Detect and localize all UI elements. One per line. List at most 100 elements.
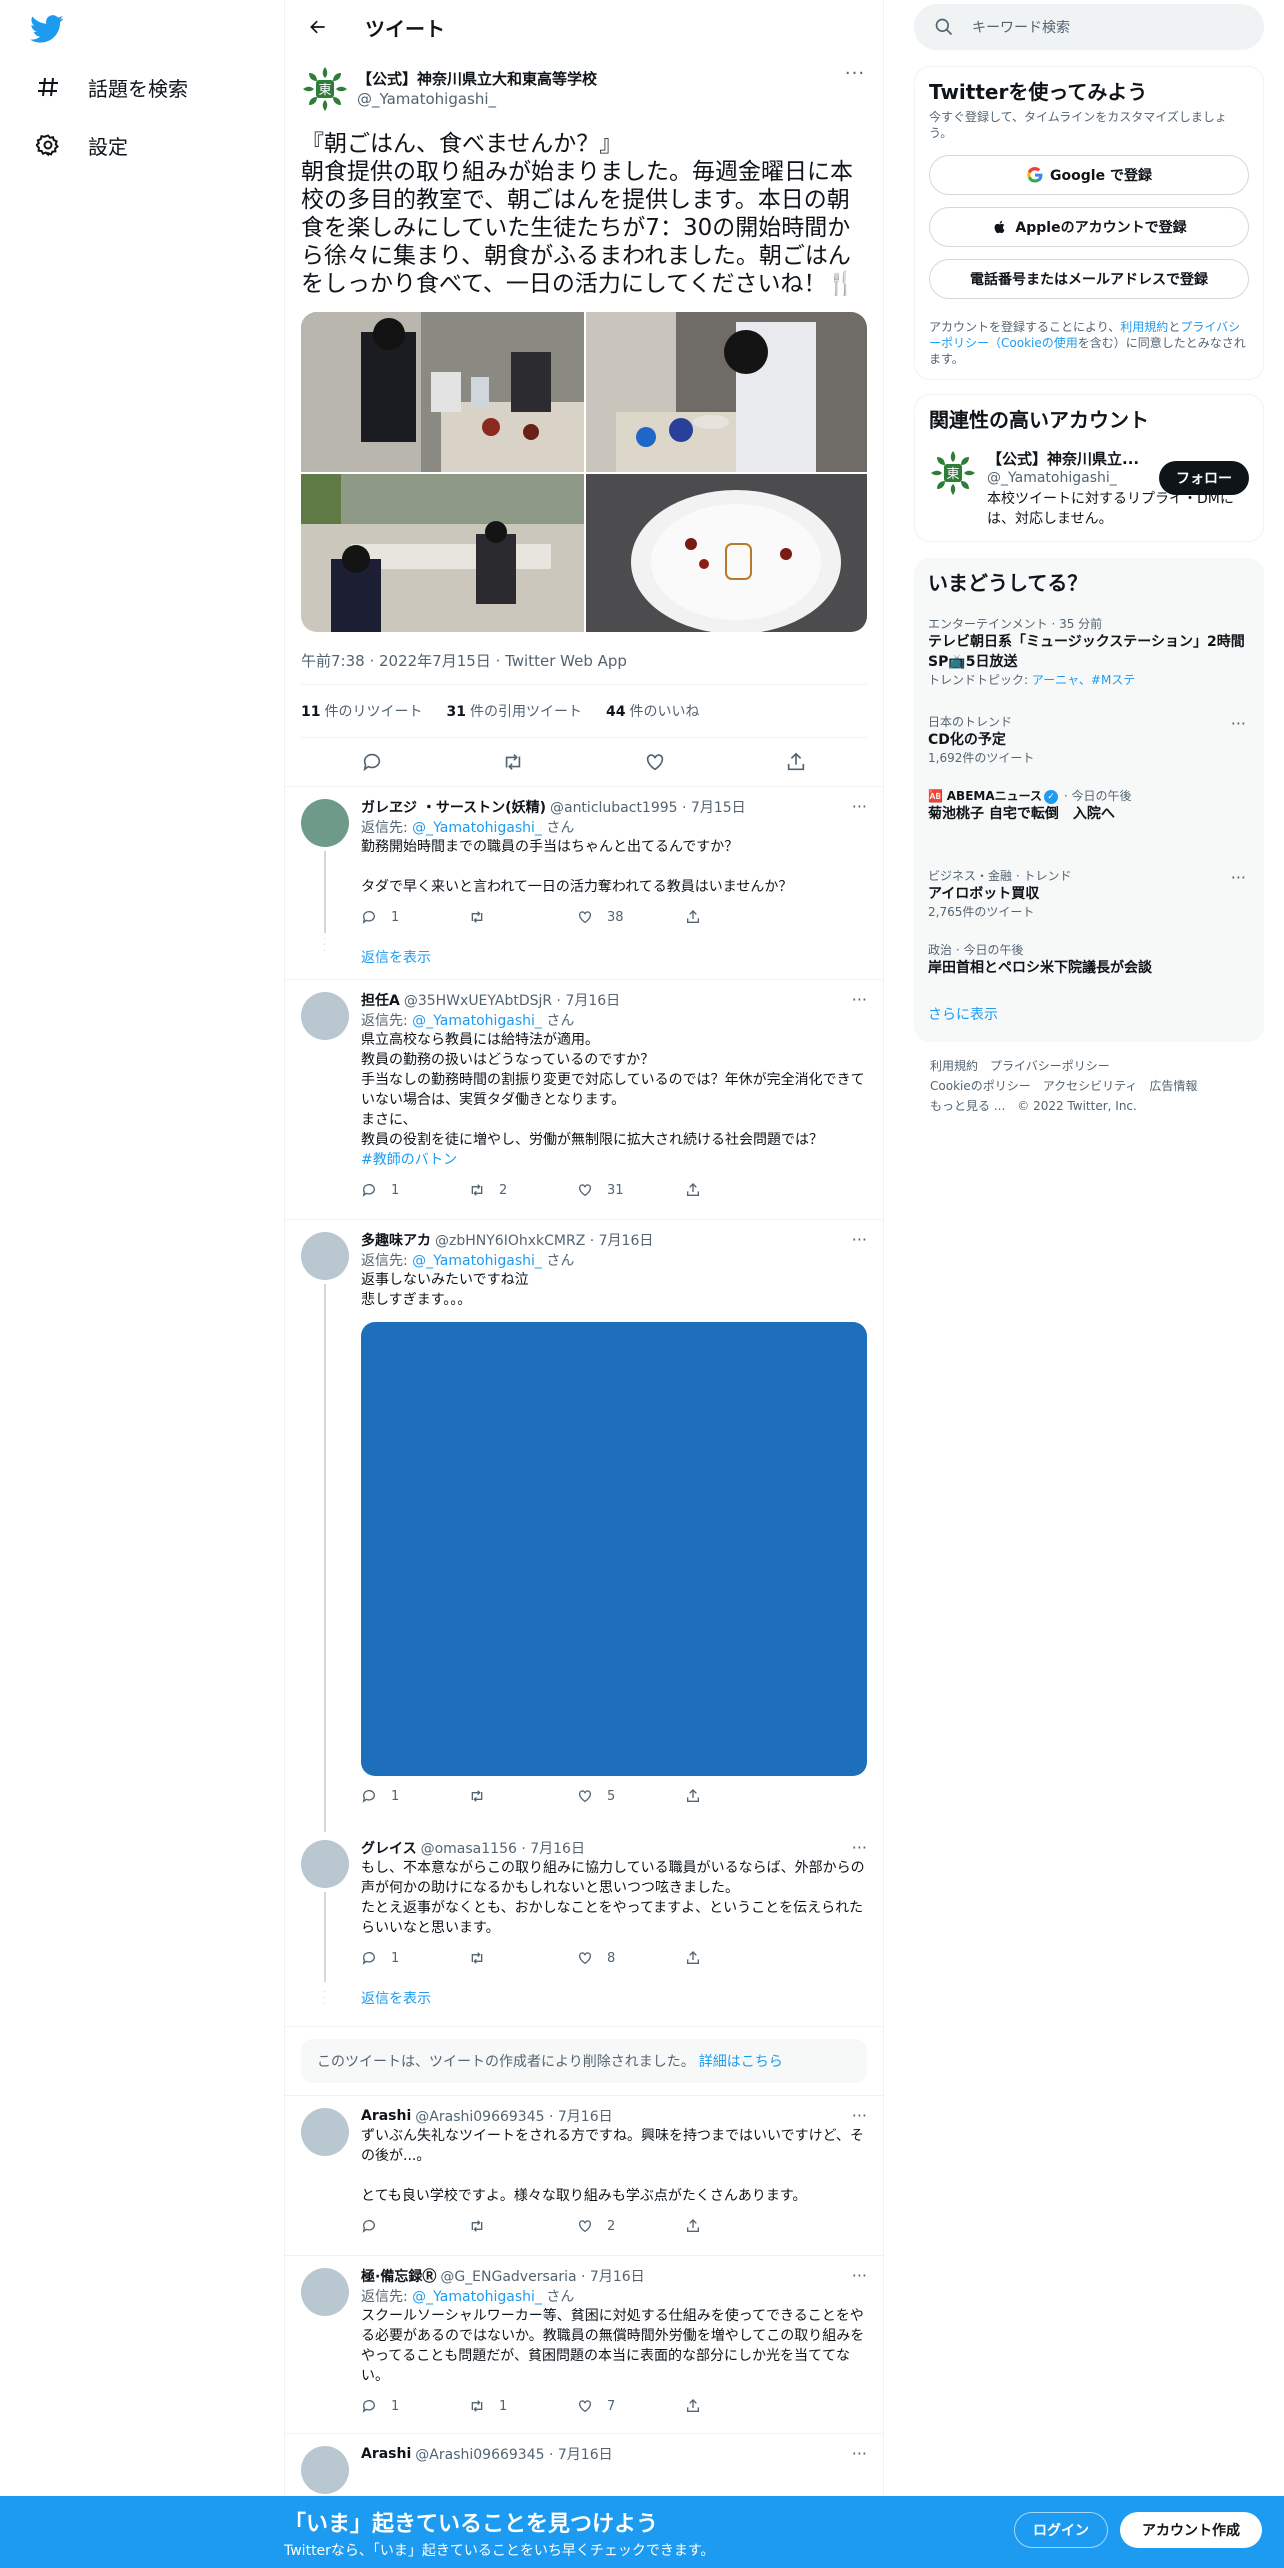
more-options-icon[interactable]: ···	[1231, 714, 1246, 733]
reply-button[interactable]: 1	[361, 1181, 469, 1199]
show-replies-link[interactable]: 返信を表示	[361, 937, 867, 977]
reply-button[interactable]: 1	[361, 1949, 469, 1967]
twitter-logo-icon[interactable]	[30, 12, 70, 48]
footer-link[interactable]: アクセシビリティ	[1043, 1079, 1138, 1093]
reply-button[interactable]: 1	[361, 1787, 469, 1805]
more-options-icon[interactable]: ···	[852, 797, 867, 816]
more-options-icon[interactable]: ···	[852, 1838, 867, 1857]
login-button[interactable]: ログイン	[1014, 2512, 1108, 2548]
show-more-trends-link[interactable]: さらに表示	[928, 1004, 1250, 1024]
photo-students-eating[interactable]	[586, 312, 867, 472]
retweet-button[interactable]: 1	[469, 2397, 577, 2415]
reply-author-handle[interactable]: @anticlubact1995 · 7月15日	[550, 797, 746, 817]
reply-author-name[interactable]: 多趣味アカ	[361, 1230, 431, 1250]
quotes-stat[interactable]: 31 件の引用ツイート	[446, 701, 581, 721]
reply-author-name[interactable]: ガレヱジ ・サーストン(妖精)	[361, 797, 546, 817]
reply-tweet[interactable]: ガレヱジ ・サーストン(妖精) @anticlubact1995 · 7月15日 …	[285, 787, 883, 969]
retweet-button[interactable]	[469, 2217, 577, 2235]
photo-plate-drawing[interactable]	[586, 474, 867, 632]
reply-author-handle[interactable]: @G_ENGadversaria · 7月16日	[440, 2266, 644, 2286]
reply-author-name[interactable]: 担任A	[361, 990, 400, 1010]
reply-mention-link[interactable]: @_Yamatohigashi_	[412, 2289, 542, 2305]
signup-button[interactable]: アカウント作成	[1120, 2512, 1262, 2548]
share-button[interactable]	[685, 2217, 793, 2235]
apple-signup-button[interactable]: Appleのアカウントで登録	[929, 207, 1249, 247]
google-signup-button[interactable]: Google で登録	[929, 155, 1249, 195]
share-button[interactable]	[685, 1787, 793, 1805]
main-tweet-author-handle[interactable]: @_Yamatohigashi_	[357, 89, 597, 109]
retweet-button[interactable]	[469, 908, 577, 926]
trend-item[interactable]: エンターテインメント · 35 分前 テレビ朝日系「ミュージックステーション」2…	[928, 616, 1250, 688]
footer-link[interactable]: もっと見る ...	[930, 1099, 1005, 1113]
nav-settings[interactable]: 設定	[34, 123, 128, 167]
reply-mention-link[interactable]: @_Yamatohigashi_	[412, 820, 542, 836]
avatar[interactable]	[301, 2268, 349, 2316]
reply-button[interactable]	[361, 2217, 469, 2235]
share-button[interactable]	[685, 2397, 793, 2415]
terms-link[interactable]: 利用規約	[1120, 320, 1168, 334]
like-button[interactable]: 5	[577, 1787, 685, 1805]
main-tweet-timestamp[interactable]: 午前7:38 · 2022年7月15日 · Twitter Web App	[301, 650, 867, 670]
phone-email-signup-button[interactable]: 電話番号またはメールアドレスで登録	[929, 259, 1249, 299]
avatar[interactable]	[301, 1840, 349, 1888]
like-button[interactable]: 38	[577, 908, 685, 926]
share-button[interactable]	[685, 1181, 793, 1199]
avatar[interactable]	[301, 799, 349, 847]
reply-media[interactable]	[361, 1322, 867, 1776]
more-options-icon[interactable]: ···	[852, 2266, 867, 2285]
trend-item[interactable]: 政治 · 今日の午後 岸田首相とペロシ米下院議長が会談	[928, 942, 1250, 978]
reply-author-handle[interactable]: @35HWxUEYAbtDSjR · 7月16日	[404, 990, 620, 1010]
reply-tweet[interactable]: 極·備忘録Ⓡ @G_ENGadversaria · 7月16日 ··· 返信先: …	[285, 2256, 883, 2434]
learn-more-link[interactable]: 詳細はこちら	[699, 2051, 783, 2071]
avatar[interactable]	[301, 992, 349, 1040]
school-logo-avatar[interactable]: 東	[301, 65, 349, 113]
trend-item[interactable]: 日本のトレンド CD化の予定 1,692件のツイート ···	[928, 714, 1250, 766]
photo-students-serving[interactable]	[301, 312, 584, 472]
more-options-icon[interactable]: ···	[852, 2444, 867, 2463]
avatar[interactable]	[301, 1232, 349, 1280]
reply-tweet[interactable]: 担任A @35HWxUEYAbtDSjR · 7月16日 ··· 返信先: @_Y…	[285, 980, 883, 1220]
main-tweet-author-name[interactable]: 【公式】神奈川県立大和東高等学校	[357, 69, 597, 89]
trend-topic-links[interactable]: アーニャ、#Mステ	[1032, 673, 1135, 687]
trend-item[interactable]: 🆎 ABEMAニュース ✓ · 今日の午後 菊池桃子 自宅で転倒 入院へ	[928, 788, 1250, 824]
retweet-button[interactable]	[469, 1787, 577, 1805]
reply-author-handle[interactable]: @omasa1156 · 7月16日	[421, 1838, 585, 1858]
back-arrow-icon[interactable]	[303, 12, 333, 42]
retweet-icon[interactable]	[500, 749, 526, 775]
like-button[interactable]: 7	[577, 2397, 685, 2415]
share-button[interactable]	[685, 1949, 793, 1967]
reply-tweet[interactable]: 多趣味アカ @zbHNY6IOhxkCMRZ · 7月16日 ··· 返信先: @…	[285, 1220, 883, 1832]
avatar[interactable]	[301, 2108, 349, 2156]
reply-button[interactable]: 1	[361, 908, 469, 926]
likes-stat[interactable]: 44 件のいいね	[606, 701, 699, 721]
retweet-button[interactable]: 2	[469, 1181, 577, 1199]
more-options-icon[interactable]: ···	[852, 1230, 867, 1249]
show-replies-link[interactable]: 返信を表示	[361, 1978, 867, 2018]
reply-author-name[interactable]: Arashi	[361, 2446, 411, 2462]
share-button[interactable]	[685, 908, 793, 926]
like-button[interactable]: 31	[577, 1181, 685, 1199]
reply-author-name[interactable]: 極·備忘録Ⓡ	[361, 2266, 436, 2286]
more-options-icon[interactable]: ···	[852, 990, 867, 1009]
like-icon[interactable]	[642, 749, 668, 775]
reply-button[interactable]: 1	[361, 2397, 469, 2415]
photo-students-at-tables[interactable]	[301, 474, 584, 632]
more-options-icon[interactable]: ···	[843, 65, 867, 88]
search-box[interactable]: キーワード検索	[914, 4, 1264, 50]
reply-mention-link[interactable]: @_Yamatohigashi_	[412, 1013, 542, 1029]
footer-link[interactable]: プライバシーポリシー	[990, 1059, 1110, 1073]
like-button[interactable]: 8	[577, 1949, 685, 1967]
related-account[interactable]: 東 【公式】神奈川県立... @_Yamatohigashi_ 本校ツイートに対…	[929, 449, 1249, 529]
follow-button[interactable]: フォロー	[1159, 461, 1249, 495]
reply-author-handle[interactable]: @Arashi09669345 · 7月16日	[415, 2106, 612, 2126]
retweets-stat[interactable]: 11 件のリツイート	[301, 701, 422, 721]
footer-link[interactable]: Cookieのポリシー	[930, 1079, 1031, 1093]
footer-link[interactable]: 広告情報	[1149, 1079, 1197, 1093]
reply-author-name[interactable]: グレイス	[361, 1838, 417, 1858]
hashtag-link[interactable]: #教師のバトン	[361, 1152, 457, 1168]
more-options-icon[interactable]: ···	[1231, 868, 1246, 887]
nav-explore[interactable]: 話題を検索	[34, 65, 188, 109]
reply-mention-link[interactable]: @_Yamatohigashi_	[412, 1253, 542, 1269]
more-options-icon[interactable]: ···	[852, 2106, 867, 2125]
footer-link[interactable]: 利用規約	[930, 1059, 978, 1073]
